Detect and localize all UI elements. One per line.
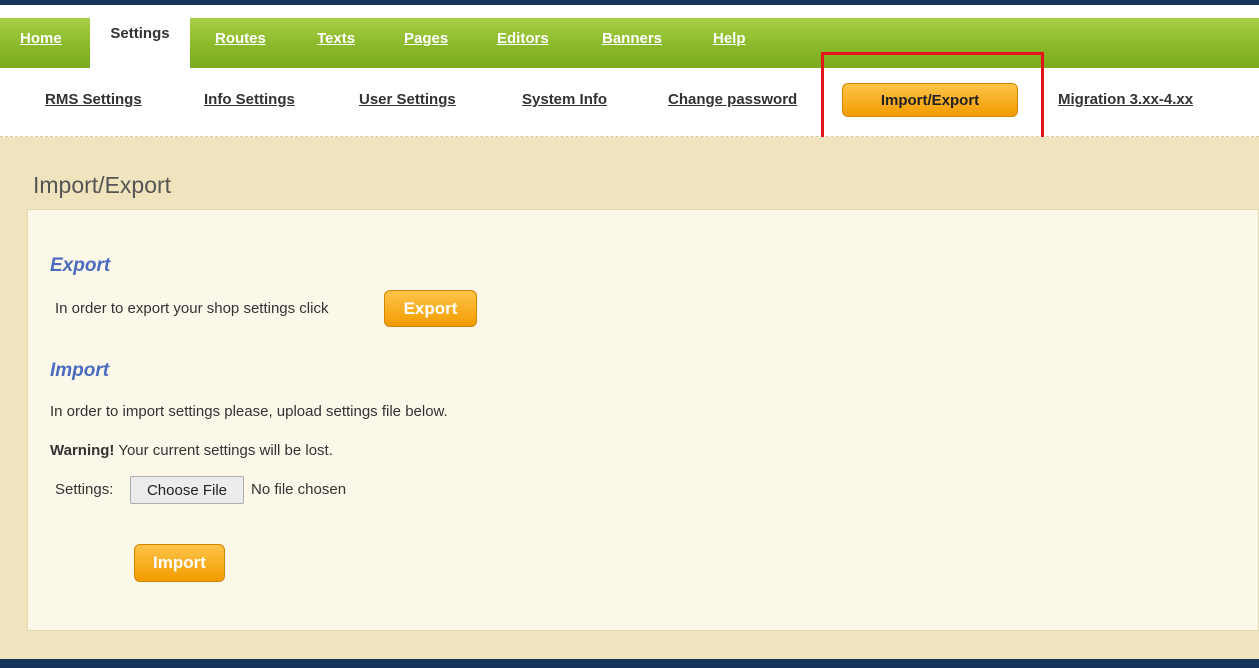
main-content: Import/Export Export In order to export … [0,137,1259,659]
warning-message: Warning! Your current settings will be l… [50,442,333,459]
tab-help[interactable]: Help [713,30,746,47]
top-border [0,0,1259,5]
subnav-rms-settings[interactable]: RMS Settings [45,91,142,108]
tab-banners[interactable]: Banners [602,30,662,47]
subnav-import-export[interactable]: Import/Export [842,83,1018,117]
top-navigation: Home Settings Routes Texts Pages Editors… [0,0,1259,68]
subnav-migration[interactable]: Migration 3.xx-4.xx [1058,91,1193,108]
tab-settings-label: Settings [110,25,170,42]
export-instructions: In order to export your shop settings cl… [55,300,329,317]
subnav-user-settings[interactable]: User Settings [359,91,456,108]
tab-home[interactable]: Home [20,30,62,47]
settings-subnav: RMS Settings Info Settings User Settings… [0,68,1259,137]
warning-text: Your current settings will be lost. [114,442,333,459]
import-export-panel: Export In order to export your shop sett… [27,209,1259,631]
tab-pages[interactable]: Pages [404,30,448,47]
export-button[interactable]: Export [384,290,477,327]
choose-file-button[interactable]: Choose File [130,476,244,504]
tab-texts[interactable]: Texts [317,30,355,47]
subnav-change-password[interactable]: Change password [668,91,797,108]
import-heading: Import [50,360,110,381]
page-title: Import/Export [33,172,172,198]
tab-editors[interactable]: Editors [497,30,549,47]
import-button[interactable]: Import [134,544,225,582]
tab-routes[interactable]: Routes [215,30,266,47]
import-instructions: In order to import settings please, uplo… [50,403,448,420]
tab-settings[interactable]: Settings [90,5,190,68]
export-heading: Export [50,255,111,276]
settings-label: Settings: [55,481,114,498]
bottom-bar [0,659,1259,668]
file-status: No file chosen [251,481,347,498]
subnav-system-info[interactable]: System Info [522,91,607,108]
warning-label: Warning! [50,442,115,459]
subnav-info-settings[interactable]: Info Settings [204,91,295,108]
